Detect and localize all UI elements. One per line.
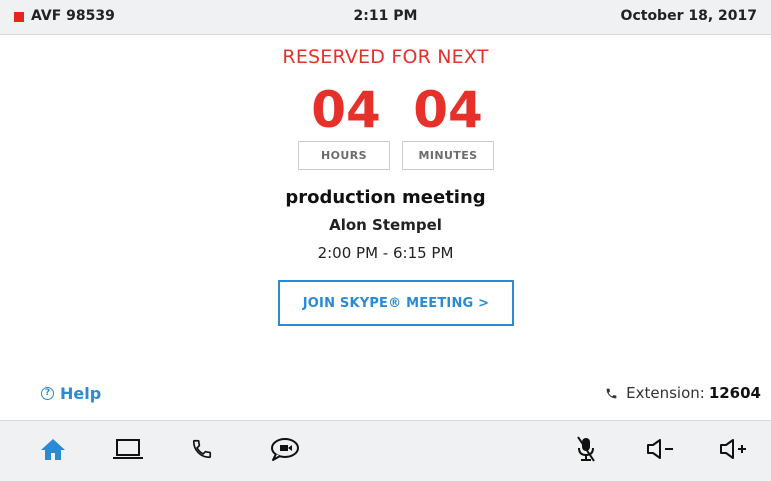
phone-icon xyxy=(606,388,617,398)
meeting-time-range: 2:00 PM - 6:15 PM xyxy=(317,244,454,262)
minutes-value: 04 xyxy=(413,81,483,139)
chat-video-icon xyxy=(271,438,299,461)
extension-label: Extension: xyxy=(626,384,705,402)
bottom-nav-bar xyxy=(0,420,771,481)
help-label: Help xyxy=(60,384,102,403)
home-button[interactable] xyxy=(33,431,73,467)
phone-icon xyxy=(192,439,212,459)
meeting-title: production meeting xyxy=(285,187,486,208)
chat-video-button[interactable] xyxy=(265,431,305,467)
volume-down-icon xyxy=(647,439,673,459)
question-circle-icon: ? xyxy=(41,387,54,400)
hours-label: HOURS xyxy=(298,141,390,170)
minutes-label: MINUTES xyxy=(402,141,494,170)
laptop-button[interactable] xyxy=(108,431,148,467)
help-link[interactable]: ? Help xyxy=(41,384,101,403)
mic-mute-button[interactable] xyxy=(566,431,606,467)
volume-up-button[interactable] xyxy=(714,431,754,467)
volume-down-button[interactable] xyxy=(641,431,681,467)
join-skype-meeting-button[interactable]: JOIN SKYPE® MEETING > xyxy=(278,280,514,326)
laptop-icon xyxy=(113,439,143,459)
current-date: October 18, 2017 xyxy=(620,8,757,24)
status-bar: AVF 98539 2:11 PM October 18, 2017 xyxy=(0,0,771,35)
hours-value: 04 xyxy=(311,81,381,139)
mic-muted-icon xyxy=(577,436,595,462)
volume-up-icon xyxy=(720,439,746,459)
meeting-organizer: Alon Stempel xyxy=(329,216,442,234)
phone-button[interactable] xyxy=(182,431,222,467)
extension-number: 12604 xyxy=(708,384,761,402)
reserved-heading: RESERVED FOR NEXT xyxy=(282,46,489,68)
extension-info: Extension: 12604 xyxy=(605,384,761,402)
home-icon xyxy=(41,439,65,460)
